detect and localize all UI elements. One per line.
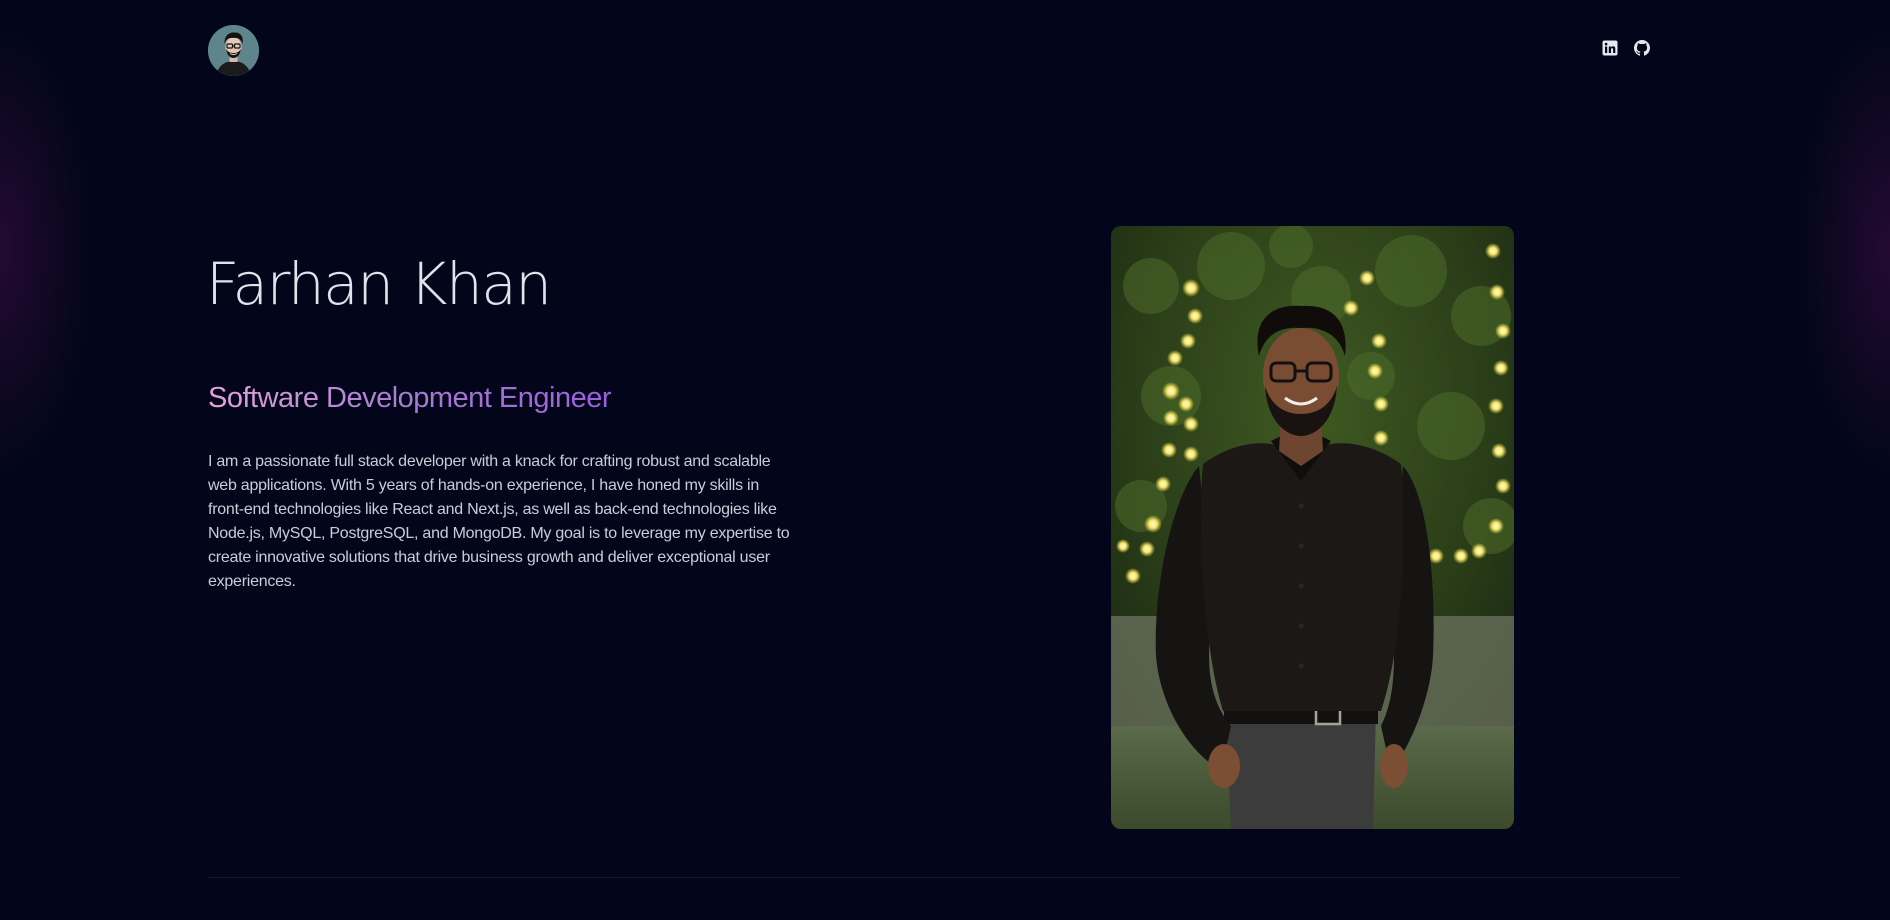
profile-photo — [1111, 226, 1514, 829]
github-icon[interactable] — [1634, 40, 1650, 56]
avatar[interactable] — [208, 25, 259, 76]
social-links — [1602, 40, 1650, 56]
bio-paragraph: I am a passionate full stack developer w… — [208, 453, 790, 590]
section-divider — [208, 877, 1680, 878]
page: Farhan Khan Software Development Enginee… — [0, 0, 1890, 920]
linkedin-icon[interactable] — [1602, 40, 1618, 56]
avatar-illustration-icon — [208, 25, 259, 76]
job-title: Software Development Engineer — [208, 382, 612, 414]
page-title: Farhan Khan — [206, 250, 552, 318]
